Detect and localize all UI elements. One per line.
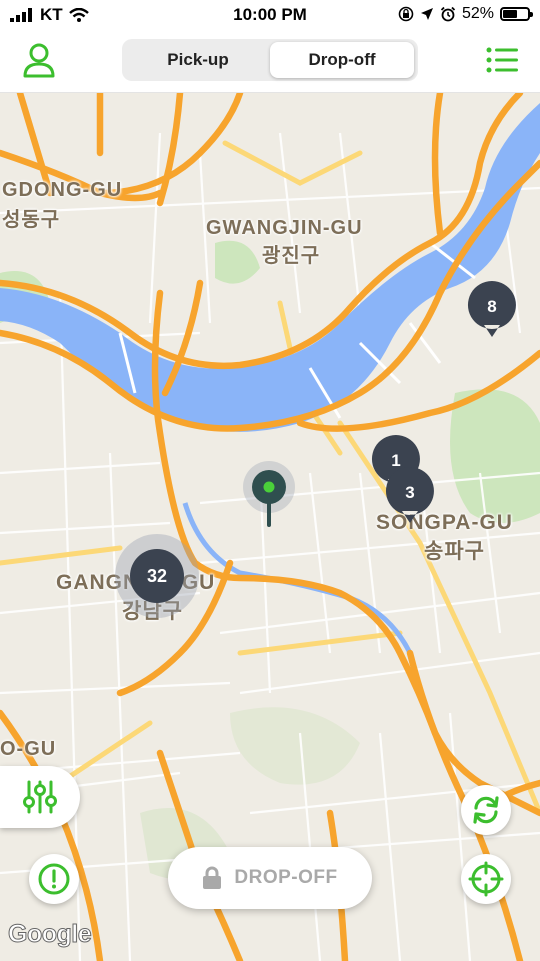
map-label-seocho-en: O-GU	[0, 738, 57, 760]
screen-lock-icon	[398, 6, 414, 22]
tab-pickup[interactable]: Pick-up	[126, 42, 270, 78]
location-arrow-icon	[420, 8, 433, 20]
cluster-count: 8	[487, 297, 496, 316]
map-label-gwangjin-en: GWANGJIN-GU	[206, 217, 363, 239]
top-header: Pick-up Drop-off	[0, 32, 540, 93]
lock-icon	[203, 866, 222, 889]
alert-icon	[38, 863, 70, 895]
user-icon	[23, 43, 55, 78]
map-label-songpa-ko: 송파구	[424, 540, 485, 563]
google-attribution: Google	[7, 920, 92, 949]
map-view[interactable]: GDONG-GU 성동구 GWANGJIN-GU 광진구 SONGPA-GU 송…	[0, 93, 540, 961]
map-label-gwangjin-ko: 광진구	[262, 245, 321, 267]
refresh-button[interactable]	[461, 785, 511, 835]
crosshair-icon	[468, 861, 504, 897]
alarm-icon	[440, 6, 456, 22]
cluster-pin-shape: 3	[385, 467, 434, 523]
cluster-marker-large[interactable]: 32	[114, 533, 200, 619]
refresh-icon	[473, 796, 499, 824]
map-label-seongdong-en: GDONG-GU	[2, 179, 123, 201]
filter-button[interactable]	[0, 766, 80, 828]
menu-button[interactable]	[486, 46, 518, 74]
status-right: 52%	[398, 5, 533, 23]
battery-icon	[500, 7, 533, 21]
cluster-pin-shape: 8	[467, 281, 516, 337]
tab-dropoff[interactable]: Drop-off	[270, 42, 414, 78]
mode-segmented-control: Pick-up Drop-off	[122, 39, 418, 81]
sliders-icon	[23, 780, 57, 814]
status-bar: KT 10:00 PM 52%	[0, 0, 540, 32]
dropoff-action-button[interactable]: DROP-OFF	[168, 847, 372, 909]
cluster-count: 32	[147, 566, 167, 586]
list-menu-icon	[486, 47, 518, 73]
cluster-count: 3	[405, 483, 414, 502]
battery-percent: 52%	[461, 5, 494, 22]
dropoff-action-label: DROP-OFF	[234, 867, 338, 888]
location-pin-icon[interactable]	[243, 461, 295, 527]
cluster-marker[interactable]: 8	[466, 279, 518, 339]
locate-me-button[interactable]	[461, 854, 511, 904]
map-label-seongdong-ko: 성동구	[2, 209, 61, 231]
cluster-circle-shape: 32	[115, 534, 199, 618]
profile-button[interactable]	[22, 42, 56, 78]
cluster-marker[interactable]: 3	[384, 465, 436, 525]
alert-button[interactable]	[29, 854, 79, 904]
